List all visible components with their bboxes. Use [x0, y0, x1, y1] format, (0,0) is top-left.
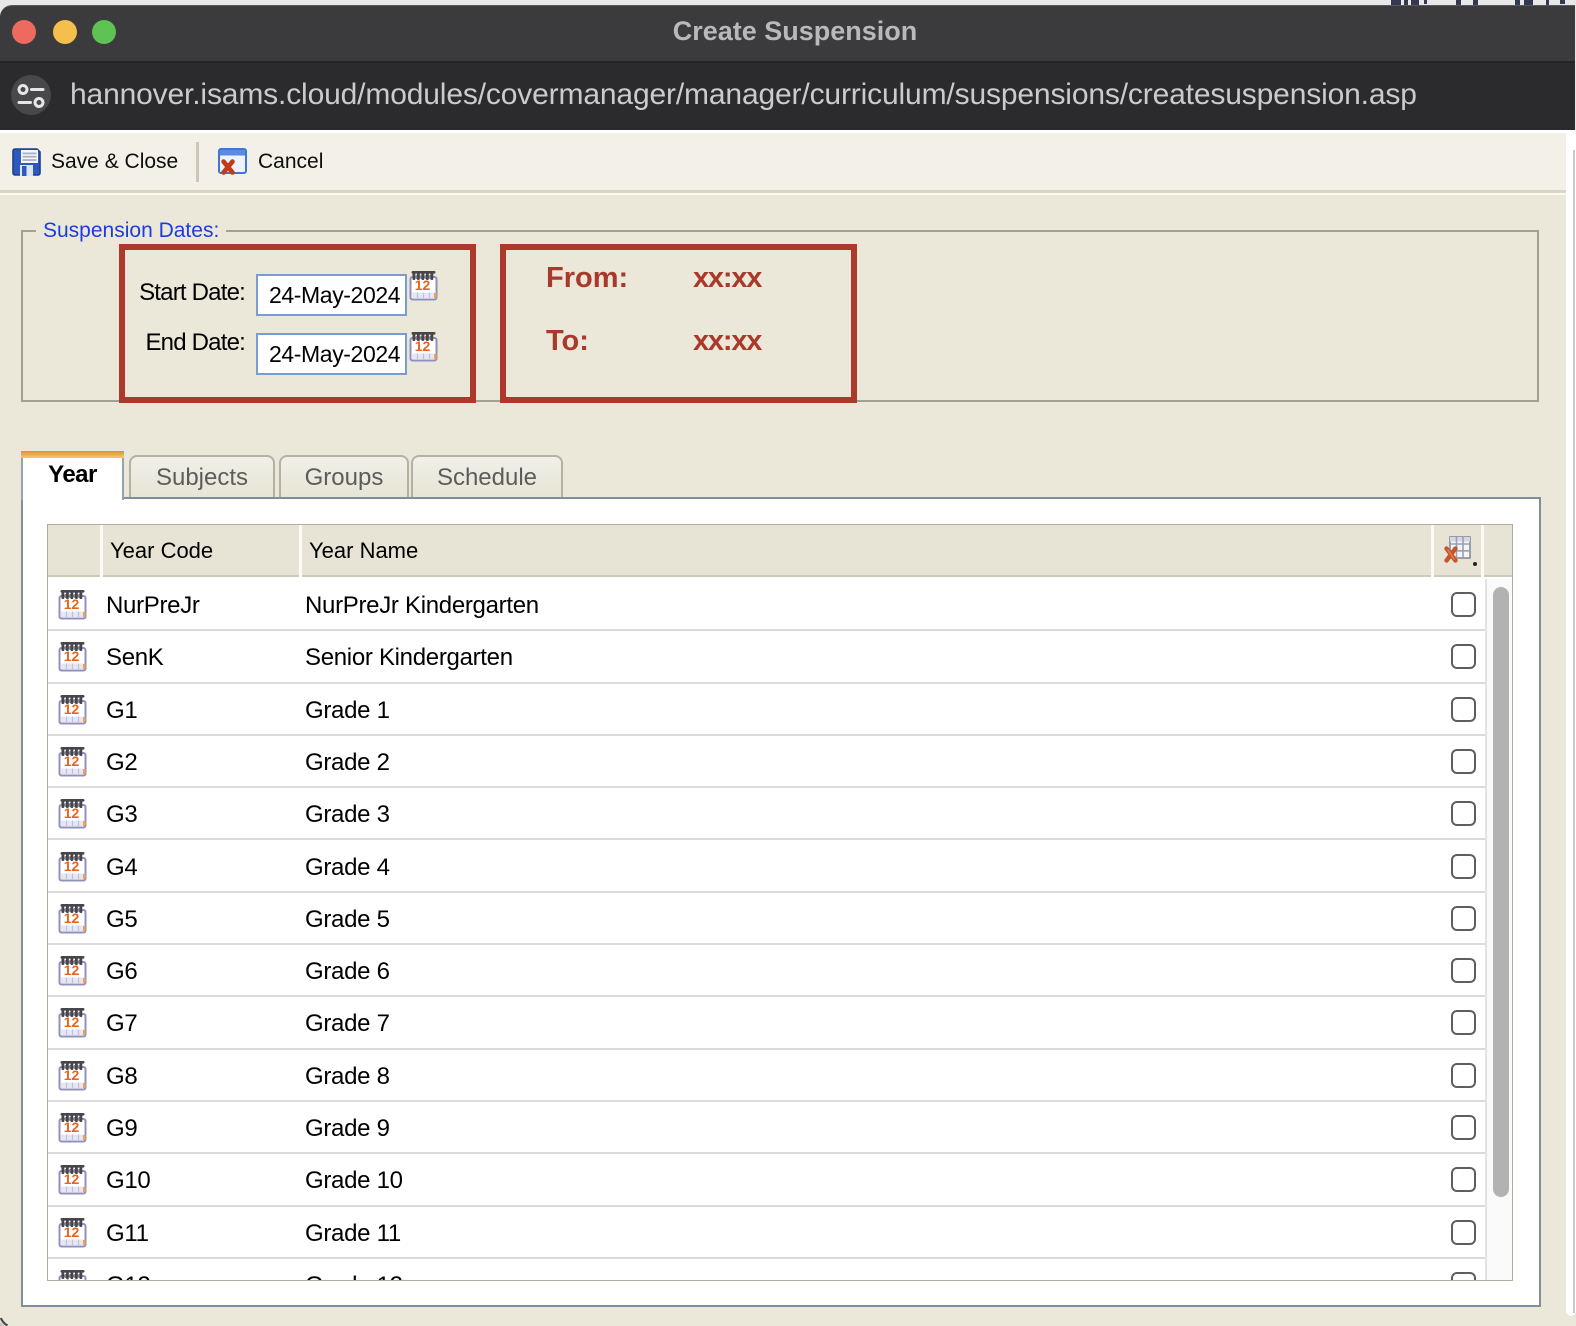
svg-text:12: 12 — [64, 1014, 80, 1030]
svg-text:12: 12 — [415, 277, 431, 293]
svg-text:12: 12 — [64, 596, 80, 612]
svg-text:12: 12 — [64, 1171, 80, 1187]
svg-text:12: 12 — [64, 1119, 80, 1135]
svg-text:12: 12 — [64, 858, 80, 874]
svg-text:12: 12 — [64, 910, 80, 926]
svg-text:12: 12 — [64, 1067, 80, 1083]
svg-text:12: 12 — [64, 701, 80, 717]
svg-text:12: 12 — [64, 753, 80, 769]
svg-text:12: 12 — [64, 1276, 80, 1281]
svg-text:12: 12 — [64, 1224, 80, 1240]
svg-text:12: 12 — [64, 648, 80, 664]
svg-text:12: 12 — [64, 805, 80, 821]
svg-text:12: 12 — [415, 338, 431, 354]
svg-text:12: 12 — [64, 962, 80, 978]
